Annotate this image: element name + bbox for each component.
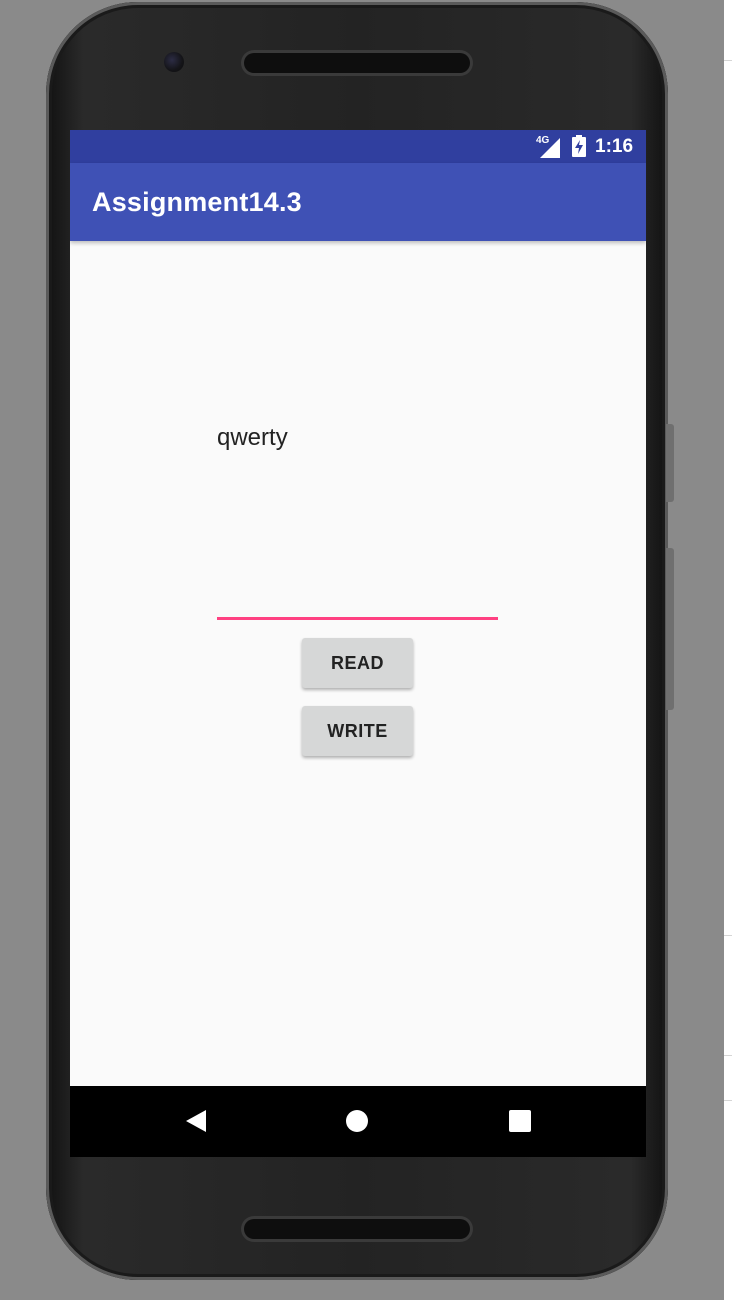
status-time: 1:16 <box>595 136 634 157</box>
app-title: Assignment14.3 <box>92 187 302 217</box>
volume-button <box>666 424 674 502</box>
bottom-speaker <box>244 1219 470 1239</box>
write-button[interactable]: WRITE <box>302 706 413 756</box>
read-button[interactable]: READ <box>302 638 413 688</box>
recents-icon[interactable] <box>508 1109 532 1133</box>
app-bar: Assignment14.3 <box>70 163 646 241</box>
text-input[interactable] <box>217 570 498 620</box>
top-speaker <box>244 53 470 73</box>
camera-icon <box>164 52 184 72</box>
status-bar: 4G 1:16 <box>70 130 646 163</box>
navigation-bar <box>70 1086 646 1157</box>
display-text: qwerty <box>217 424 288 451</box>
background-page-edge <box>724 0 732 1300</box>
device-screen: 4G 1:16 Assignment14.3 qwerty READ WRITE <box>70 130 646 1157</box>
home-icon[interactable] <box>345 1109 369 1133</box>
back-icon[interactable] <box>184 1109 208 1133</box>
signal-icon <box>540 138 560 158</box>
battery-charging-icon <box>572 135 586 157</box>
power-button <box>666 548 674 710</box>
